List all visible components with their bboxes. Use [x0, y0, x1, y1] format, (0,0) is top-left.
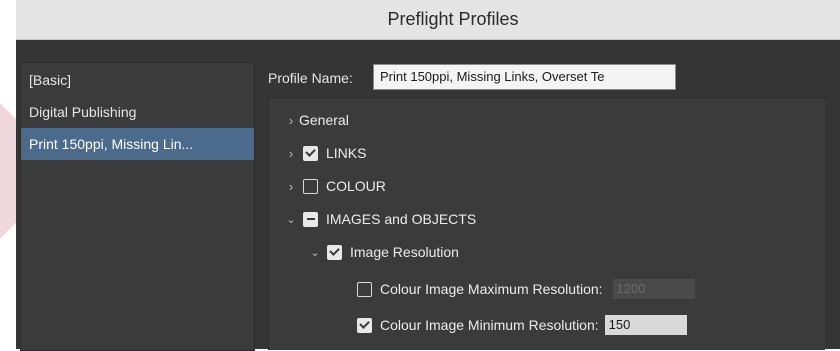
- profiles-list: [Basic] Digital Publishing Print 150ppi,…: [20, 62, 255, 351]
- images-objects-checkbox[interactable]: [303, 211, 318, 227]
- links-checkbox[interactable]: [303, 145, 318, 161]
- image-resolution-checkbox[interactable]: [327, 244, 342, 260]
- profile-item-digital-publishing[interactable]: Digital Publishing: [21, 96, 254, 128]
- rules-tree: › General › LINKS › COLOUR ⌄ IMAGES and …: [268, 97, 825, 350]
- colour-min-checkbox[interactable]: [357, 317, 372, 333]
- colour-max-value-field[interactable]: 1200: [612, 279, 695, 299]
- links-label: LINKS: [326, 145, 367, 161]
- tree-row-general[interactable]: › General: [285, 106, 349, 134]
- colour-checkbox[interactable]: [303, 178, 318, 194]
- background-decoration: [0, 0, 16, 349]
- profile-item-print-150ppi[interactable]: Print 150ppi, Missing Lin...: [21, 128, 254, 160]
- chevron-down-icon[interactable]: ⌄: [309, 246, 321, 259]
- chevron-right-icon[interactable]: ›: [285, 146, 297, 161]
- tree-row-colour: › COLOUR: [285, 172, 386, 200]
- profile-name-label: Profile Name:: [268, 70, 353, 86]
- colour-label: COLOUR: [326, 178, 386, 194]
- colour-max-label: Colour Image Maximum Resolution:: [380, 281, 603, 297]
- tree-row-colour-max: Colour Image Maximum Resolution: 1200: [357, 275, 695, 303]
- chevron-down-icon[interactable]: ⌄: [285, 213, 297, 226]
- chevron-right-icon[interactable]: ›: [285, 179, 297, 194]
- dialog-title: Preflight Profiles: [387, 9, 519, 29]
- chevron-right-icon[interactable]: ›: [285, 113, 297, 128]
- colour-min-label: Colour Image Minimum Resolution:: [380, 317, 599, 333]
- profile-name-input[interactable]: Print 150ppi, Missing Links, Overset Te: [373, 64, 676, 90]
- tree-row-image-resolution: ⌄ Image Resolution: [309, 238, 459, 266]
- colour-max-checkbox[interactable]: [357, 281, 372, 297]
- image-resolution-label: Image Resolution: [350, 244, 459, 260]
- colour-min-value-field[interactable]: 150: [604, 315, 687, 335]
- profile-item-basic[interactable]: [Basic]: [21, 64, 254, 96]
- tree-row-links: › LINKS: [285, 139, 367, 167]
- tree-row-colour-min: Colour Image Minimum Resolution: 150: [357, 311, 687, 339]
- general-label: General: [299, 112, 349, 128]
- images-objects-label: IMAGES and OBJECTS: [326, 211, 477, 227]
- tree-row-images-objects: ⌄ IMAGES and OBJECTS: [285, 205, 476, 233]
- title-bar: Preflight Profiles: [16, 0, 840, 40]
